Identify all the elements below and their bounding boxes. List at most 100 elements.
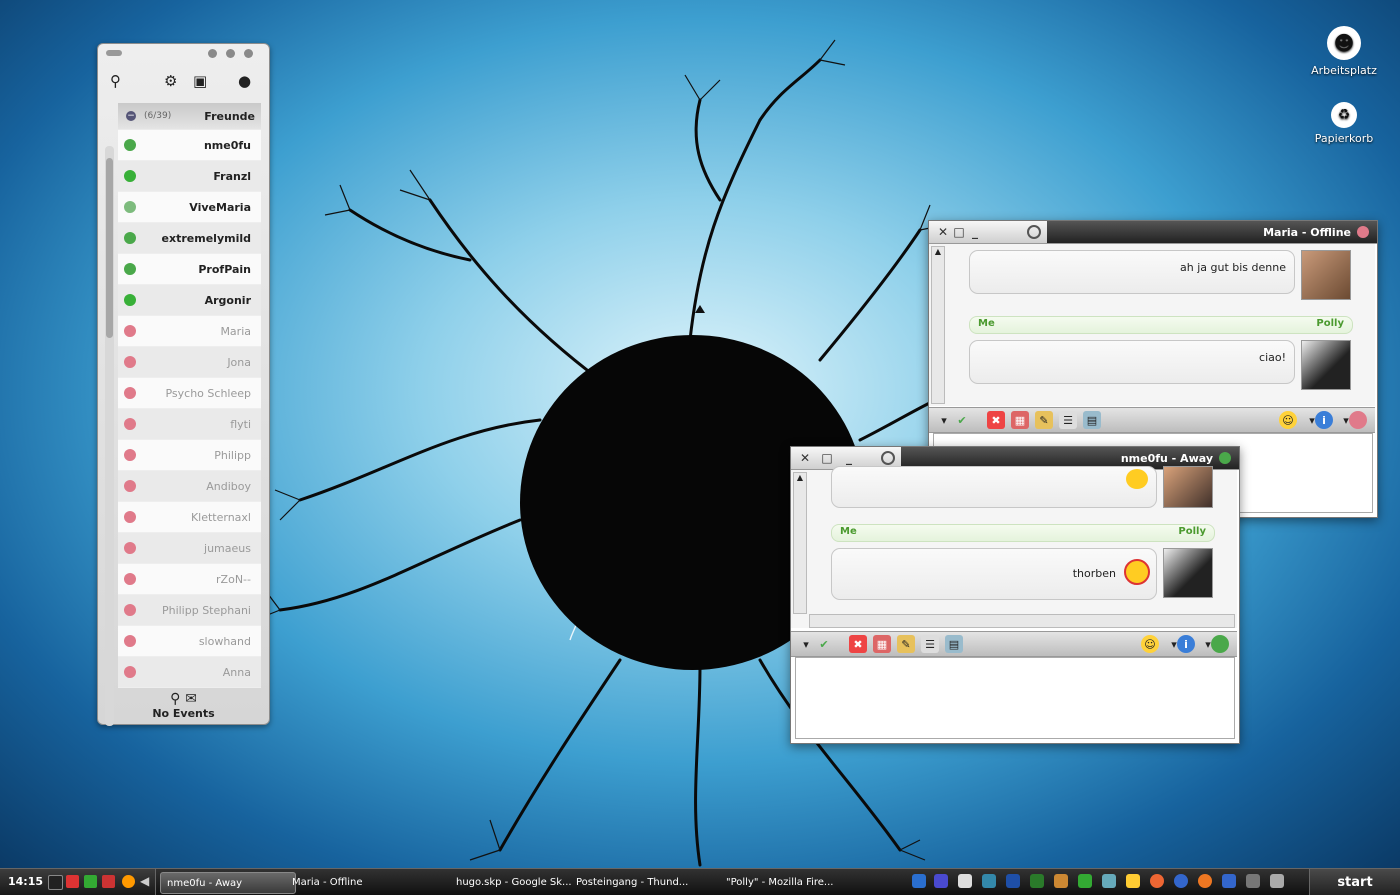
- volume-icon[interactable]: [48, 875, 63, 890]
- contact-name: jumaeus: [204, 541, 251, 555]
- contact-row[interactable]: Argonir: [118, 285, 261, 316]
- send-check-icon[interactable]: ✔: [815, 635, 833, 653]
- info-icon[interactable]: i: [1315, 411, 1333, 429]
- maximize-button[interactable]: □: [819, 451, 835, 465]
- firefox-icon[interactable]: [1198, 874, 1212, 888]
- group-header-freunde[interactable]: − (6/39) Freunde: [118, 103, 261, 129]
- events-icon[interactable]: ⚲ ✉: [98, 691, 269, 707]
- image-icon[interactable]: ▤: [1083, 411, 1101, 429]
- block-icon[interactable]: ✖: [849, 635, 867, 653]
- contact-row[interactable]: slowhand: [118, 626, 261, 657]
- close-icon[interactable]: [208, 49, 217, 58]
- message-scrollbar[interactable]: ▲: [931, 246, 945, 404]
- window-grip-icon[interactable]: [881, 451, 895, 465]
- scroll-up-icon[interactable]: ▲: [932, 247, 944, 256]
- taskbar-item[interactable]: nme0fu - Away: [160, 872, 296, 894]
- minimize-button[interactable]: _: [967, 225, 983, 239]
- message-input[interactable]: [795, 657, 1235, 739]
- contact-row[interactable]: ProfPain: [118, 254, 261, 285]
- tray-app-icon[interactable]: [122, 875, 135, 888]
- recycle-bin-icon: ♻: [1331, 102, 1357, 128]
- contact-row[interactable]: Jona: [118, 347, 261, 378]
- contact-row[interactable]: extremelymild: [118, 223, 261, 254]
- contact-row[interactable]: nme0fu: [118, 130, 261, 161]
- taskbar-item[interactable]: hugo.skp - Google Sk...: [450, 872, 578, 892]
- quicklaunch-icon[interactable]: [1270, 874, 1284, 888]
- info-icon[interactable]: i: [1177, 635, 1195, 653]
- chat-titlebar[interactable]: ✕ □ _ Maria - Offline: [929, 221, 1377, 244]
- avatar-nme0fu: [1163, 466, 1213, 508]
- taskbar-item[interactable]: Maria - Offline: [286, 872, 458, 892]
- scroll-up-icon[interactable]: ▲: [794, 473, 806, 482]
- window-grip-icon[interactable]: [1027, 225, 1041, 239]
- block-icon[interactable]: ✖: [987, 411, 1005, 429]
- contact-row[interactable]: jumaeus: [118, 533, 261, 564]
- scrollbar-thumb[interactable]: [106, 158, 113, 338]
- file-icon[interactable]: ✎: [897, 635, 915, 653]
- buddy-list-titlebar[interactable]: [98, 44, 269, 62]
- filter-icon[interactable]: ▦: [1011, 411, 1029, 429]
- word-icon[interactable]: [1006, 874, 1020, 888]
- quicklaunch-icon[interactable]: [912, 874, 926, 888]
- quicklaunch-icon[interactable]: [1126, 874, 1140, 888]
- file-icon[interactable]: ✎: [1035, 411, 1053, 429]
- contact-row[interactable]: ViveMaria: [118, 192, 261, 223]
- quicklaunch-icon[interactable]: [1078, 874, 1092, 888]
- contact-row[interactable]: Franzl: [118, 161, 261, 192]
- quicklaunch-icon[interactable]: [1102, 874, 1116, 888]
- quicklaunch-icon[interactable]: [1150, 874, 1164, 888]
- collapse-icon[interactable]: −: [126, 111, 136, 121]
- filter-icon[interactable]: ▦: [873, 635, 891, 653]
- close-button[interactable]: ✕: [797, 451, 813, 465]
- search-icon[interactable]: ⚲: [110, 72, 121, 90]
- start-button[interactable]: start: [1309, 869, 1400, 895]
- maximize-button[interactable]: □: [951, 225, 967, 239]
- contact-row[interactable]: Philipp Stephani: [118, 595, 261, 626]
- antivirus-icon[interactable]: [66, 875, 79, 888]
- desktop-icon-arbeitsplatz[interactable]: ☻ Arbeitsplatz: [1304, 26, 1384, 77]
- taskbar-item[interactable]: "Polly" - Mozilla Fire...: [720, 872, 902, 892]
- contact-row[interactable]: Andiboy: [118, 471, 261, 502]
- quicklaunch-icon[interactable]: [1222, 874, 1236, 888]
- status-panda-icon[interactable]: ●: [238, 72, 251, 90]
- horizontal-scrollbar[interactable]: [809, 614, 1235, 628]
- history-icon[interactable]: ☰: [921, 635, 939, 653]
- smiley-icon[interactable]: ☺: [1279, 411, 1297, 429]
- quicklaunch-icon[interactable]: [982, 874, 996, 888]
- chevron-left-icon[interactable]: ◀: [140, 874, 149, 888]
- image-icon[interactable]: ▤: [945, 635, 963, 653]
- contact-row[interactable]: flyti: [118, 409, 261, 440]
- smiley-icon[interactable]: ☺: [1141, 635, 1159, 653]
- quicklaunch-icon[interactable]: [958, 874, 972, 888]
- taskbar-item[interactable]: Posteingang - Thund...: [570, 872, 728, 892]
- show-desktop-icon[interactable]: [1246, 874, 1260, 888]
- quicklaunch-icon[interactable]: [1054, 874, 1068, 888]
- contact-row[interactable]: Psycho Schleep: [118, 378, 261, 409]
- contact-row[interactable]: Kletternaxl: [118, 502, 261, 533]
- dropdown-icon[interactable]: ▾: [797, 635, 815, 653]
- contact-row[interactable]: Philipp: [118, 440, 261, 471]
- dropdown-icon[interactable]: ▾: [935, 411, 953, 429]
- status-flower-icon[interactable]: [1349, 411, 1367, 429]
- status-away-icon[interactable]: [1211, 635, 1229, 653]
- excel-icon[interactable]: [1030, 874, 1044, 888]
- close-button[interactable]: ✕: [935, 225, 951, 239]
- tray-app-icon[interactable]: [102, 875, 115, 888]
- gear-icon[interactable]: ⚙: [164, 72, 177, 90]
- minimize-icon[interactable]: [226, 49, 235, 58]
- menu-handle[interactable]: [106, 50, 122, 56]
- buddy-list-scrollbar[interactable]: [105, 146, 114, 726]
- desktop-icon-papierkorb[interactable]: ♻ Papierkorb: [1304, 102, 1384, 145]
- minimize-button[interactable]: _: [841, 451, 857, 465]
- send-check-icon[interactable]: ✔: [953, 411, 971, 429]
- quicklaunch-icon[interactable]: [1174, 874, 1188, 888]
- message-scrollbar[interactable]: ▲: [793, 472, 807, 614]
- contact-row[interactable]: rZoN--: [118, 564, 261, 595]
- quicklaunch-icon[interactable]: [934, 874, 948, 888]
- contact-row[interactable]: Anna: [118, 657, 261, 688]
- contact-card-icon[interactable]: ▣: [193, 72, 207, 90]
- contact-row[interactable]: Maria: [118, 316, 261, 347]
- maximize-icon[interactable]: [244, 49, 253, 58]
- history-icon[interactable]: ☰: [1059, 411, 1077, 429]
- network-icon[interactable]: [84, 875, 97, 888]
